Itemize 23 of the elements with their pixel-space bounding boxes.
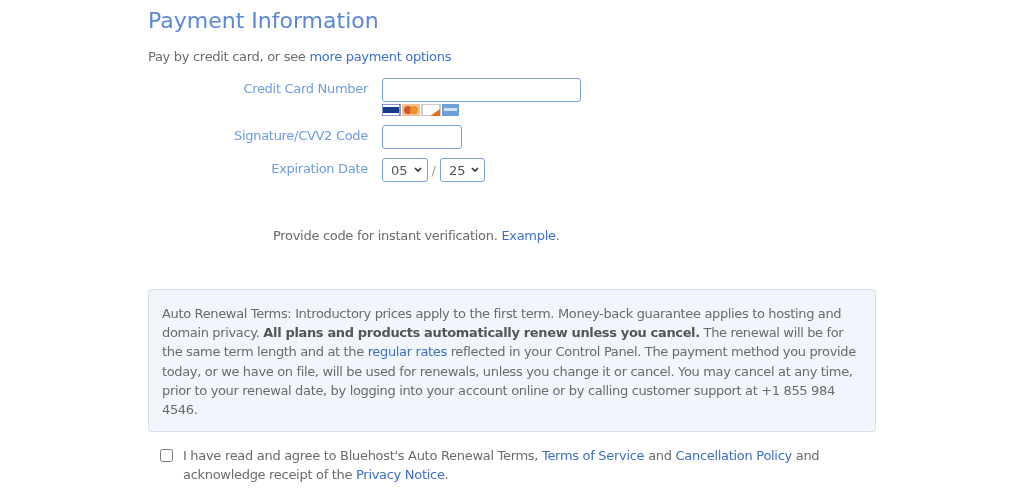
date-separator: / — [431, 162, 436, 178]
link[interactable]: regular rates — [367, 344, 447, 360]
field-label: Signature/CVV2 Code — [233, 127, 368, 143]
intro-text: Pay by credit card, or see more payment options — [148, 49, 453, 64]
link[interactable]: more payment options — [309, 49, 452, 64]
caret-icon — [413, 167, 422, 173]
page-heading: Payment Information — [148, 8, 380, 33]
link[interactable]: Example — [501, 228, 556, 243]
link[interactable]: Cancellation Policy — [675, 448, 792, 464]
verification-text: Provide code for instant verification. Example. — [273, 228, 561, 243]
agreement-checkbox[interactable] — [160, 449, 173, 463]
field-label: Credit Card Number — [242, 80, 368, 96]
caret-icon — [471, 167, 480, 173]
card-number-field[interactable] — [382, 78, 581, 102]
link[interactable]: Terms of Service — [542, 448, 645, 464]
card-logos-icon — [382, 104, 459, 116]
month-select[interactable]: 05 — [382, 158, 428, 182]
year-select[interactable]: 25 — [439, 158, 486, 182]
agreement-text: I have read and agree to Bluehost's Auto Renewal Terms, Terms of Service and Cancellation Policy and acknowledge receipt of the Privacy Notice. — [183, 447, 821, 485]
cvv-field[interactable] — [382, 125, 462, 149]
field-label: Expiration Date — [270, 160, 368, 176]
link[interactable]: Privacy Notice — [356, 467, 445, 483]
terms-text: Auto Renewal Terms: Introductory prices apply to the first term. Money-back guarantee applies to hosting and domain privacy. All plans and products automatically renew unless you cancel. The renewal will be for the same term length and at the regular rates reflected in your Control Panel. The payment method you provide today, or we have on file, will be used for renewals, unless you change it or cancel. You may cancel at any time, prior to your renewal date, by logging into your account online or by calling customer support at +1 855 984 4546. — [162, 305, 857, 419]
